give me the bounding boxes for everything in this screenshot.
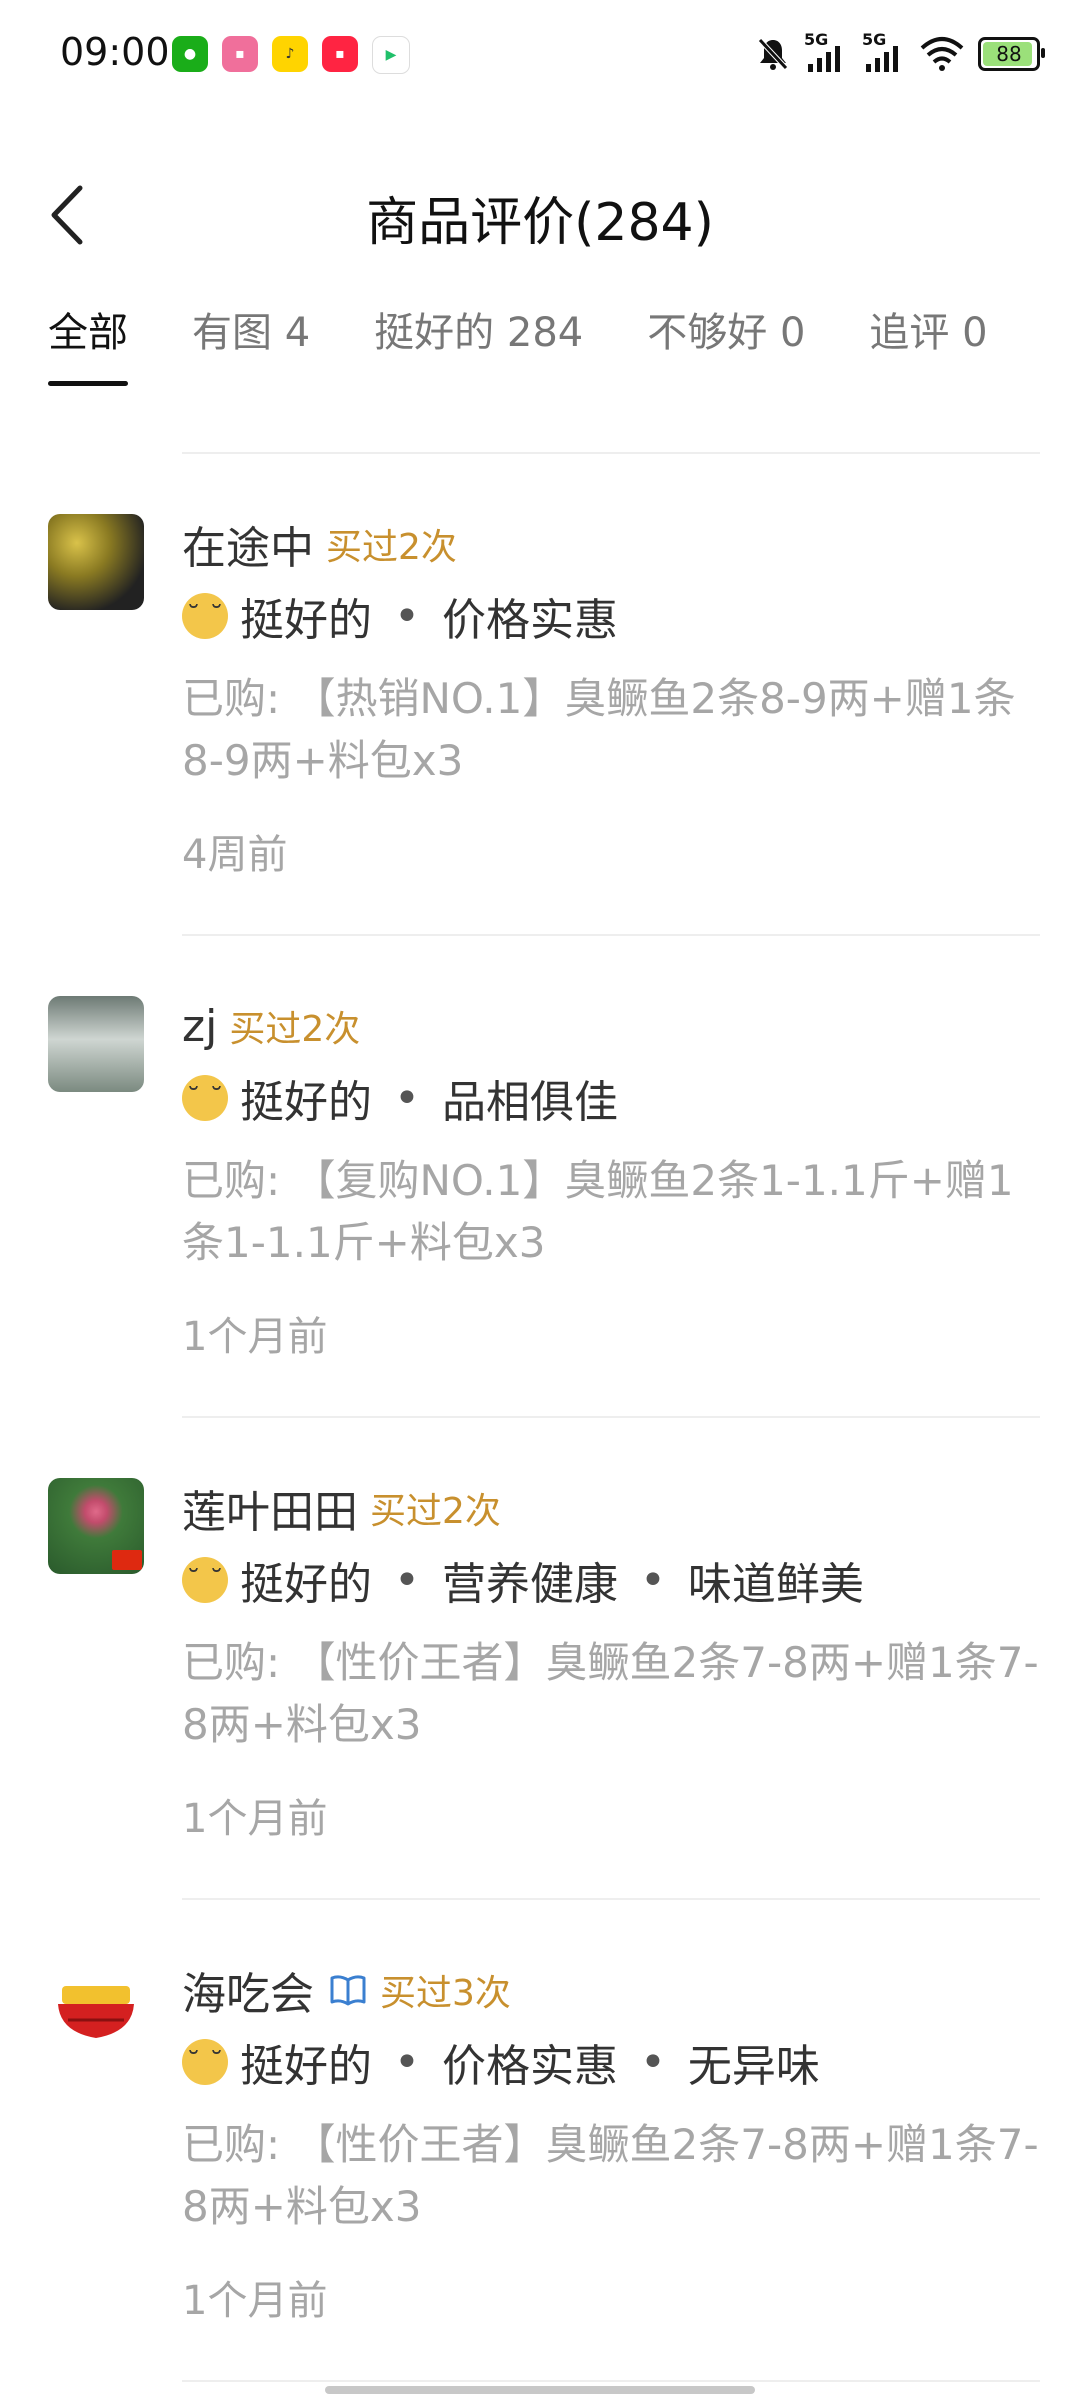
status-indicators: 5G 5G 88 bbox=[756, 30, 1045, 74]
wechat-icon: ● bbox=[172, 36, 208, 72]
review-time: 1个月前 bbox=[182, 1796, 328, 1842]
battery-icon: 88 bbox=[978, 37, 1045, 71]
cell-signal-1: 5G bbox=[804, 30, 848, 74]
bowl-logo-icon bbox=[58, 1986, 134, 2038]
divider bbox=[182, 1898, 1040, 1900]
review-tag: 品相俱佳 bbox=[441, 1077, 618, 1128]
reviewer-name: 海吃会 bbox=[182, 1969, 314, 2020]
avatar[interactable] bbox=[48, 996, 144, 1092]
purchased-item: 已购: 【热销NO.1】臭鳜鱼2条8-9两+赠1条8-9两+料包x3 bbox=[182, 674, 1016, 785]
purchased-item: 已购: 【性价王者】臭鳜鱼2条7-8两+赠1条7-8两+料包x3 bbox=[182, 1638, 1039, 1749]
separator-dot: • bbox=[639, 1554, 666, 1606]
video-app-icon: ▶ bbox=[372, 36, 410, 74]
status-app-icons: ● ▪ ♪ ▪ ▶ bbox=[172, 36, 410, 74]
divider bbox=[182, 1416, 1040, 1418]
tab-with-images[interactable]: 有图 4 bbox=[192, 300, 310, 386]
tab-follow-up[interactable]: 追评 0 bbox=[869, 300, 987, 386]
smirk-emoji-icon: ˘ ˘ bbox=[182, 1557, 228, 1603]
divider bbox=[182, 2380, 1040, 2382]
separator-dot: • bbox=[394, 590, 420, 642]
avatar[interactable] bbox=[48, 1960, 144, 2056]
page-title: 商品评价(284) bbox=[366, 193, 714, 253]
divider bbox=[182, 452, 1040, 454]
separator-dot: • bbox=[394, 1072, 420, 1124]
review-time: 1个月前 bbox=[182, 2278, 328, 2324]
review-tag: 无异味 bbox=[687, 2041, 820, 2092]
reviewer-name: zj bbox=[182, 1000, 218, 1052]
divider bbox=[182, 934, 1040, 936]
review-item[interactable]: zj 买过2次 ˘ ˘ 挺好的 • 品相俱佳 已购: 【复购NO.1】臭鳜鱼2条… bbox=[0, 934, 1080, 1416]
purchased-item: 已购: 【复购NO.1】臭鳜鱼2条1-1.1斤+赠1条1-1.1斤+料包x3 bbox=[182, 1156, 1014, 1267]
review-time: 1个月前 bbox=[182, 1314, 328, 1360]
purchase-count-badge: 买过2次 bbox=[229, 1009, 361, 1050]
signal-bars-icon bbox=[866, 46, 898, 72]
purchase-count-badge: 买过2次 bbox=[326, 527, 457, 568]
cell-signal-2: 5G bbox=[862, 30, 906, 74]
wifi-icon bbox=[920, 37, 964, 71]
review-tag: 营养健康 bbox=[441, 1559, 618, 1610]
review-tag: 价格实惠 bbox=[441, 595, 618, 646]
mute-bell-icon bbox=[758, 38, 788, 70]
filter-tabs: 全部 有图 4 挺好的 284 不够好 0 追评 0 bbox=[48, 300, 1052, 386]
smirk-emoji-icon: ˘ ˘ bbox=[182, 2039, 228, 2085]
review-time: 4周前 bbox=[182, 832, 288, 878]
signal-bars-icon bbox=[808, 46, 840, 72]
review-tag: 价格实惠 bbox=[441, 2041, 618, 2092]
home-indicator[interactable] bbox=[325, 2386, 755, 2394]
reviewer-name: 在途中 bbox=[182, 523, 314, 574]
smirk-emoji-icon: ˘ ˘ bbox=[182, 1075, 228, 1121]
smirk-emoji-icon: ˘ ˘ bbox=[182, 593, 228, 639]
review-item[interactable]: 海吃会 买过3次 ˘ ˘ 挺好的 • 价格实惠 • 无异味 已购: 【性价王者】… bbox=[0, 1898, 1080, 2380]
rating-label: 挺好的 bbox=[240, 2041, 372, 2092]
page-header: 商品评价(284) bbox=[0, 150, 1080, 280]
rating-tags: ˘ ˘ 挺好的 • 价格实惠 bbox=[182, 586, 1040, 646]
reviewer-name: 莲叶田田 bbox=[182, 1487, 358, 1538]
separator-dot: • bbox=[394, 2036, 420, 2088]
review-item[interactable]: 莲叶田田 买过2次 ˘ ˘ 挺好的 • 营养健康 • 味道鲜美 已购: 【性价王… bbox=[0, 1416, 1080, 1898]
separator-dot: • bbox=[394, 1554, 420, 1606]
tab-good[interactable]: 挺好的 284 bbox=[374, 300, 583, 386]
purchase-count-badge: 买过3次 bbox=[380, 1973, 511, 2014]
purchase-count-badge: 买过2次 bbox=[370, 1491, 501, 1532]
avatar[interactable] bbox=[48, 514, 144, 610]
rating-label: 挺好的 bbox=[240, 595, 372, 646]
tab-not-good[interactable]: 不够好 0 bbox=[647, 300, 805, 386]
xiaohongshu-icon: ▪ bbox=[322, 36, 358, 72]
music-app-icon: ♪ bbox=[272, 36, 308, 72]
rating-tags: ˘ ˘ 挺好的 • 品相俱佳 bbox=[182, 1068, 1040, 1128]
rating-label: 挺好的 bbox=[240, 1077, 372, 1128]
purchased-item: 已购: 【性价王者】臭鳜鱼2条7-8两+赠1条7-8两+料包x3 bbox=[182, 2120, 1039, 2231]
status-bar: 09:00 ● ▪ ♪ ▪ ▶ 5G 5G 88 bbox=[0, 0, 1080, 110]
rating-tags: ˘ ˘ 挺好的 • 价格实惠 • 无异味 bbox=[182, 2032, 1040, 2092]
avatar[interactable] bbox=[48, 1478, 144, 1574]
flag-icon bbox=[112, 1550, 142, 1570]
book-badge-icon bbox=[330, 1975, 366, 2006]
review-tag: 味道鲜美 bbox=[687, 1559, 864, 1610]
rating-label: 挺好的 bbox=[240, 1559, 372, 1610]
tab-all[interactable]: 全部 bbox=[48, 300, 128, 386]
separator-dot: • bbox=[639, 2036, 666, 2088]
bilibili-icon: ▪ bbox=[222, 36, 258, 72]
review-item[interactable]: 在途中 买过2次 ˘ ˘ 挺好的 • 价格实惠 已购: 【热销NO.1】臭鳜鱼2… bbox=[0, 452, 1080, 934]
status-time: 09:00 bbox=[60, 30, 170, 74]
rating-tags: ˘ ˘ 挺好的 • 营养健康 • 味道鲜美 bbox=[182, 1550, 1040, 1610]
battery-level: 88 bbox=[996, 42, 1022, 66]
review-list: 在途中 买过2次 ˘ ˘ 挺好的 • 价格实惠 已购: 【热销NO.1】臭鳜鱼2… bbox=[0, 452, 1080, 2400]
